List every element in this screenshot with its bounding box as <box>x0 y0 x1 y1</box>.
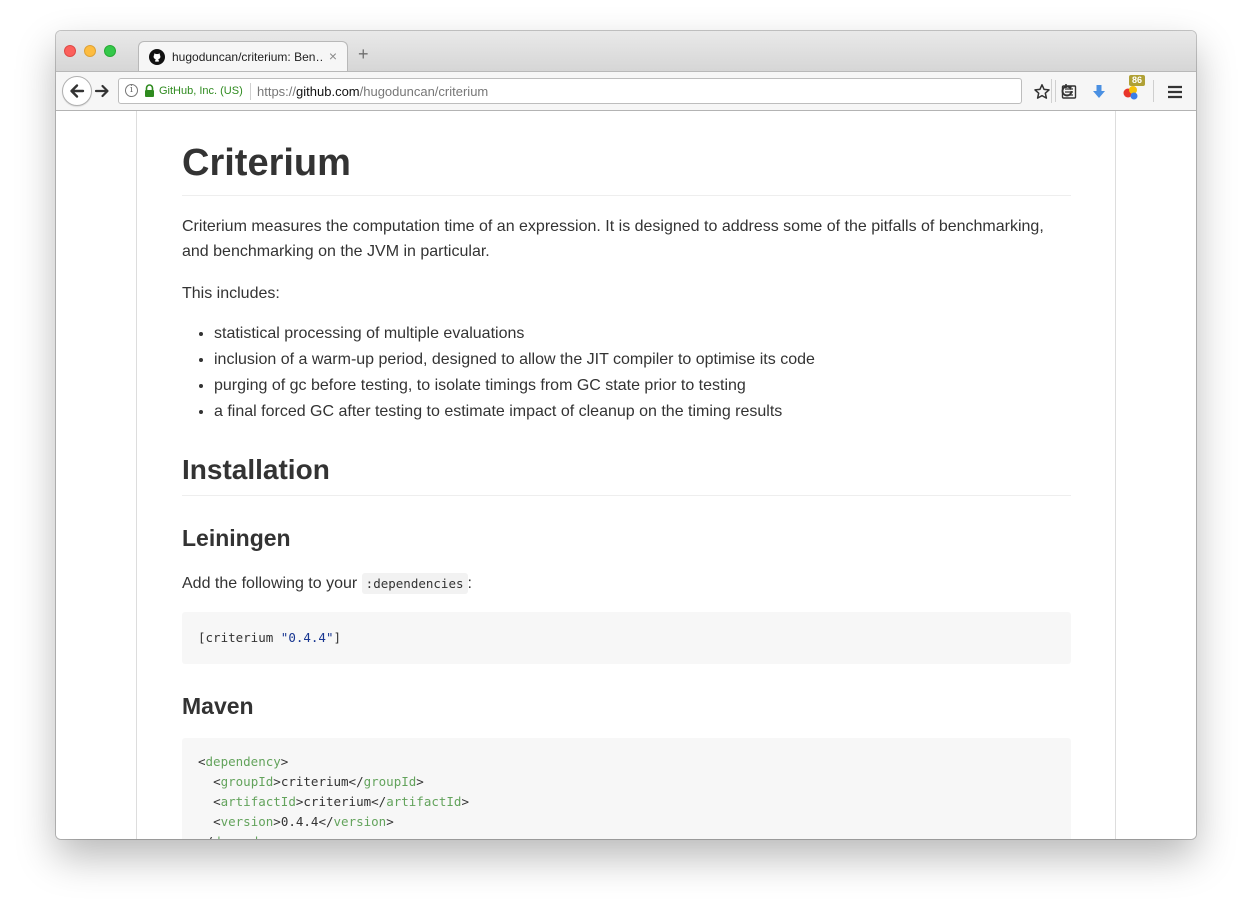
url-scheme: https:// <box>257 84 297 99</box>
xml-tag: artifactId <box>220 794 296 809</box>
installation-heading: Installation <box>182 453 1071 496</box>
code-text: [criterium <box>198 630 281 645</box>
leiningen-code-block: [criterium "0.4.4"] <box>182 612 1071 664</box>
forward-button[interactable] <box>94 83 110 99</box>
xml-tag: artifactId <box>386 794 462 809</box>
page-viewport[interactable]: Criterium Criterium measures the computa… <box>56 111 1196 839</box>
arrow-left-icon <box>70 84 85 98</box>
includes-label: This includes: <box>182 285 280 302</box>
maven-heading: Maven <box>182 693 254 719</box>
back-button[interactable] <box>62 76 92 106</box>
toolbar-divider <box>1153 80 1154 102</box>
site-identity[interactable]: GitHub, Inc. (US) <box>159 85 243 97</box>
extension-badge: 86 <box>1129 75 1145 86</box>
list-item: inclusion of a warm-up period, designed … <box>214 347 815 373</box>
tab-strip: hugoduncan/criterium: Ben… × + <box>56 31 1196 72</box>
code-line: <groupId>criterium</groupId> <box>213 774 424 789</box>
xml-tag: groupId <box>363 774 417 789</box>
url-text[interactable]: https://github.com/hugoduncan/criterium <box>257 84 488 99</box>
list-item: purging of gc before testing, to isolate… <box>214 373 815 399</box>
xml-tag: version <box>333 814 387 829</box>
instruction-colon: : <box>467 575 472 592</box>
navigation-bar: i GitHub, Inc. (US) https://github.com/h… <box>56 71 1196 111</box>
browser-window: hugoduncan/criterium: Ben… × + i GitHub,… <box>56 31 1196 839</box>
code-line: <version>0.4.4</version> <box>213 814 394 829</box>
tab-github-criterium[interactable]: hugoduncan/criterium: Ben… × <box>138 41 348 72</box>
xml-tag: dependency <box>205 754 281 769</box>
zoom-window-button[interactable] <box>104 45 116 57</box>
feature-list: statistical processing of multiple evalu… <box>182 321 815 425</box>
leiningen-instructions: Add the following to your :dependencies: <box>182 571 1071 596</box>
leiningen-heading: Leiningen <box>182 525 291 551</box>
xml-tag: dependency <box>213 834 288 839</box>
bookmark-star-icon[interactable] <box>1033 83 1051 101</box>
bookmarks-menu-icon[interactable] <box>1060 83 1078 101</box>
page-title: Criterium <box>182 141 1071 196</box>
lock-icon <box>145 84 154 97</box>
new-tab-button[interactable]: + <box>358 44 369 65</box>
code-text: ] <box>333 630 342 645</box>
url-host: github.com <box>296 84 360 99</box>
minimize-window-button[interactable] <box>84 45 96 57</box>
url-bar[interactable]: i GitHub, Inc. (US) https://github.com/h… <box>118 78 1073 104</box>
maven-code-block: <dependency> <groupId>criterium</groupId… <box>182 738 1071 839</box>
info-icon[interactable]: i <box>125 84 138 97</box>
tab-close-icon[interactable]: × <box>329 48 337 64</box>
close-window-button[interactable] <box>64 45 76 57</box>
xml-tag: version <box>220 814 274 829</box>
list-item: statistical processing of multiple evalu… <box>214 321 815 347</box>
github-icon <box>149 49 165 65</box>
tab-title: hugoduncan/criterium: Ben… <box>172 50 322 64</box>
toolbar-divider <box>1055 80 1056 102</box>
readme-container: Criterium Criterium measures the computa… <box>136 111 1116 839</box>
download-icon[interactable] <box>1090 83 1108 101</box>
code-line: <dependency> <box>198 754 289 769</box>
hamburger-menu-icon[interactable] <box>1166 83 1184 101</box>
instruction-text: Add the following to your <box>182 575 362 592</box>
dependencies-inline-code: :dependencies <box>361 573 468 594</box>
url-path: /hugoduncan/criterium <box>359 84 489 99</box>
xml-tag: groupId <box>220 774 274 789</box>
code-line: <artifactId>criterium</artifactId> <box>213 794 469 809</box>
intro-paragraph: Criterium measures the computation time … <box>182 218 1044 260</box>
list-item: a final forced GC after testing to estim… <box>214 399 815 425</box>
url-divider <box>250 83 251 100</box>
code-line: </dependency> <box>198 832 1055 839</box>
version-string: "0.4.4" <box>280 630 334 645</box>
